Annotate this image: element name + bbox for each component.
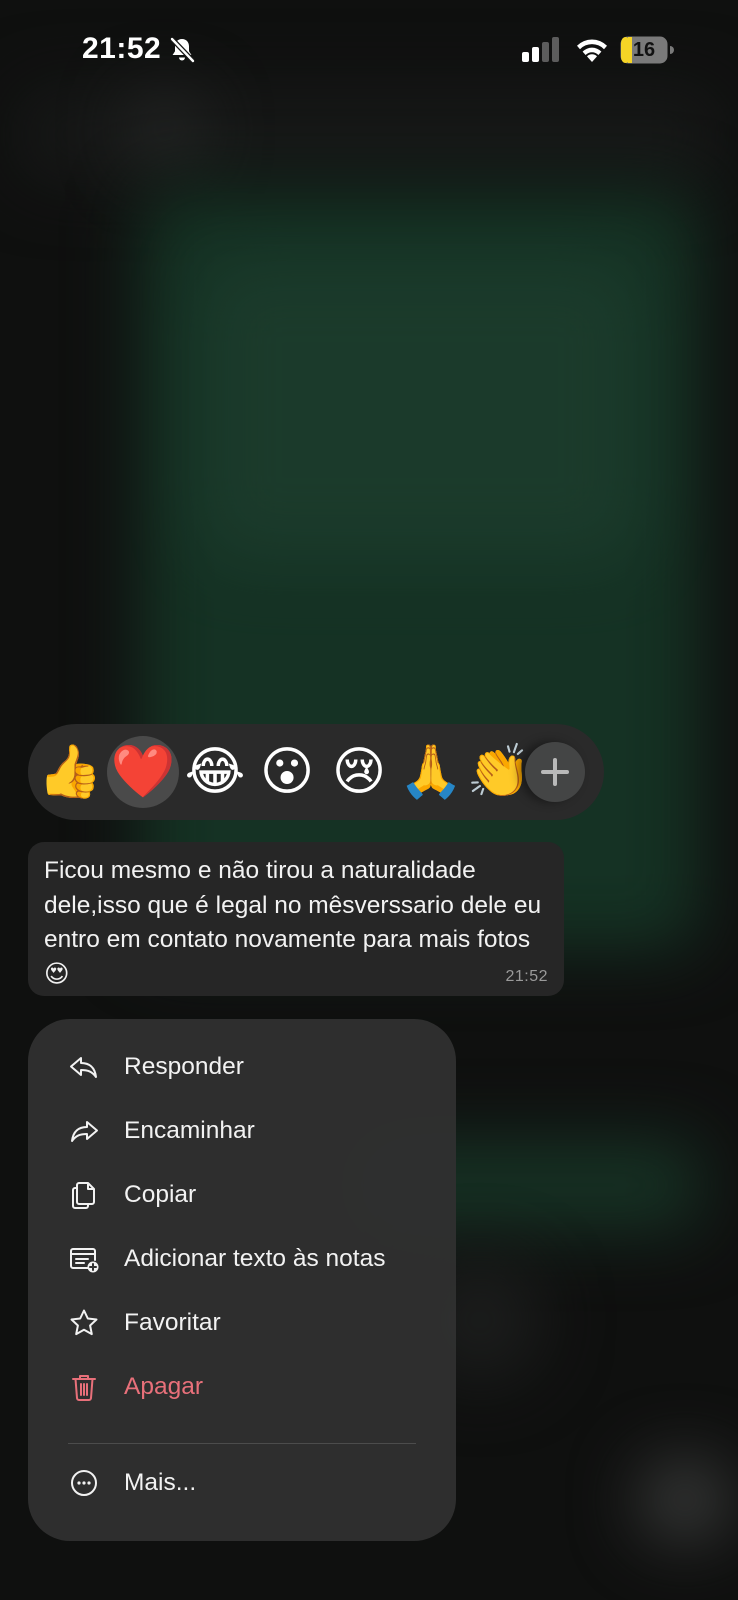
reaction-thumbs-up[interactable]: 👍	[34, 736, 106, 808]
trash-icon	[72, 1375, 96, 1401]
forward-icon	[71, 1121, 98, 1142]
copy-icon	[72, 1182, 95, 1209]
bell-slash-icon	[170, 37, 195, 63]
menu-label-more: Mais...	[124, 1469, 197, 1496]
menu-label-delete: Apagar	[124, 1373, 204, 1400]
plus-icon[interactable]	[525, 742, 585, 802]
menu-label-reply: Responder	[124, 1053, 244, 1080]
reaction-bar: 👍 ❤️ 😂 😮 😢 🙏 👏	[28, 724, 604, 820]
menu-item-favorite[interactable]: Favoritar	[28, 1291, 456, 1355]
status-bar: 21:52 16	[0, 0, 738, 100]
reaction-red-heart[interactable]: ❤️	[107, 736, 179, 808]
menu-item-forward[interactable]: Encaminhar	[28, 1099, 456, 1163]
message-time: 21:52	[505, 968, 548, 985]
menu-item-more[interactable]: Mais...	[28, 1451, 456, 1515]
menu-label-favorite: Favoritar	[124, 1309, 221, 1336]
ellipsis-circle-icon	[71, 1470, 97, 1496]
message-bubble[interactable]: Ficou mesmo e não tirou a naturalidade d…	[28, 842, 564, 996]
wifi-icon	[577, 39, 607, 62]
reaction-tears-of-joy[interactable]: 😂	[179, 736, 251, 808]
reaction-folded-hands[interactable]: 🙏	[395, 736, 467, 808]
menu-item-delete[interactable]: Apagar	[28, 1355, 456, 1419]
battery-level: 16	[632, 39, 656, 61]
menu-label-forward: Encaminhar	[124, 1117, 255, 1144]
add-note-icon	[70, 1248, 99, 1273]
reaction-crying[interactable]: 😢	[323, 736, 395, 808]
star-icon	[70, 1309, 98, 1336]
menu-item-add-note[interactable]: Adicionar texto às notas	[28, 1227, 456, 1291]
menu-label-copy: Copiar	[124, 1181, 197, 1208]
reaction-surprised[interactable]: 😮	[251, 736, 323, 808]
message-context-menu: Responder Encaminhar Copiar Adicionar te…	[28, 1019, 456, 1541]
status-time: 21:52	[82, 32, 162, 65]
reply-icon	[70, 1057, 97, 1078]
menu-label-add-note: Adicionar texto às notas	[124, 1245, 386, 1272]
menu-item-reply[interactable]: Responder	[28, 1035, 456, 1099]
message-text: Ficou mesmo e não tirou a naturalidade d…	[44, 857, 542, 988]
cellular-signal-icon	[522, 37, 559, 62]
menu-item-copy[interactable]: Copiar	[28, 1163, 456, 1227]
menu-divider	[68, 1443, 416, 1444]
